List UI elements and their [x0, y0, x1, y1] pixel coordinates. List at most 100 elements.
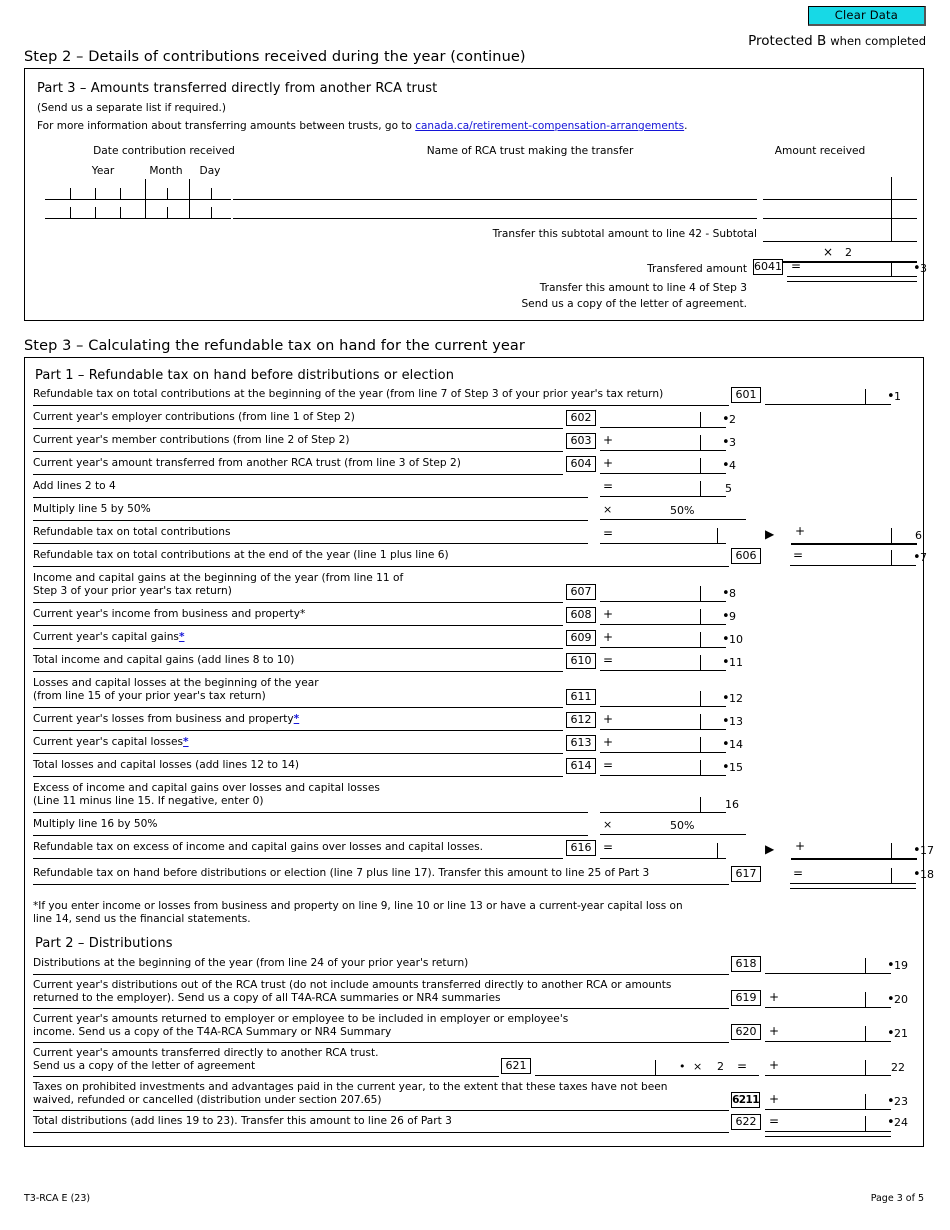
field-code-614[interactable]: 614 — [566, 758, 596, 774]
field-code-622[interactable]: 622 — [731, 1114, 761, 1130]
amount-field-20[interactable] — [765, 1007, 891, 1008]
amount-field-21[interactable] — [765, 1041, 891, 1042]
cents-separator — [865, 1094, 866, 1109]
field-code-612[interactable]: 612 — [566, 712, 596, 728]
row-label-16: Total losses and capital losses (add lin… — [33, 759, 299, 771]
field-code-617[interactable]: 617 — [731, 866, 761, 882]
line-number-1: 1 — [894, 390, 901, 403]
amount-field-2[interactable] — [600, 427, 726, 428]
step3-part1-title: Part 1 – Refundable tax on hand before d… — [35, 368, 455, 383]
amount-field-6[interactable] — [600, 543, 726, 544]
amount-field-13[interactable] — [600, 729, 726, 730]
field-code-613[interactable]: 613 — [566, 735, 596, 751]
field-code-6041[interactable]: 6041 — [753, 259, 783, 275]
row-rule-5 — [33, 497, 588, 498]
field-code-618[interactable]: 618 — [731, 956, 761, 972]
multiply-operator: × — [693, 1060, 703, 1073]
line-number-7: 7 — [920, 551, 927, 564]
carry-amount-field-6[interactable] — [791, 543, 917, 545]
field-code-606[interactable]: 606 — [731, 548, 761, 564]
date-tick — [120, 207, 121, 218]
field-code-6211[interactable]: 6211 — [731, 1092, 760, 1108]
field-code-621[interactable]: 621 — [501, 1058, 531, 1074]
clear-data-button[interactable]: Clear Data — [807, 6, 926, 26]
cents-separator — [700, 760, 701, 775]
line-number-14: 14 — [729, 738, 743, 751]
row-label-13: Losses and capital losses at the beginni… — [33, 677, 319, 702]
cents-separator — [700, 412, 701, 427]
equals-operator: = — [737, 1059, 748, 1073]
p2-row-rule-5 — [33, 1110, 729, 1111]
field-code-610[interactable]: 610 — [566, 653, 596, 669]
amount-cents-separator — [891, 177, 892, 241]
line-number-2: 2 — [729, 413, 736, 426]
row-rule-11 — [33, 648, 563, 649]
page-number-label: Page 3 of 5 — [870, 1193, 924, 1204]
footnote-asterisk-link[interactable]: * — [179, 631, 185, 643]
cents-separator — [700, 586, 701, 601]
amount-field-22[interactable] — [765, 1075, 891, 1076]
cents-separator — [717, 843, 718, 858]
p2-row-label-4: Current year's amounts transferred direc… — [33, 1047, 379, 1072]
field-code-601[interactable]: 601 — [731, 387, 761, 403]
carry-amount-field-17[interactable] — [791, 858, 917, 860]
cents-separator — [865, 389, 866, 404]
footnote-asterisk-link[interactable]: * — [183, 736, 189, 748]
footnote-asterisk-link[interactable]: * — [294, 713, 300, 725]
col-header-day: Day — [199, 165, 221, 177]
field-code-608[interactable]: 608 — [566, 607, 596, 623]
line-number-3: 3 — [920, 262, 927, 275]
amount-field-1[interactable] — [765, 404, 891, 405]
cents-separator — [891, 550, 892, 565]
row-rule-3 — [33, 451, 563, 452]
multiply-operator: × — [823, 245, 834, 259]
cents-separator — [700, 632, 701, 647]
amount-field-3[interactable] — [600, 450, 726, 451]
amount-field-11[interactable] — [600, 670, 726, 671]
field-code-604[interactable]: 604 — [566, 456, 596, 472]
amount-field-22-sub[interactable] — [535, 1075, 681, 1076]
amount-field-8[interactable] — [600, 601, 726, 602]
amount-field-23[interactable] — [765, 1109, 891, 1110]
equals-operator: = — [603, 758, 614, 772]
amount-field-19[interactable] — [765, 973, 891, 974]
amount-field-17[interactable] — [600, 858, 726, 859]
amount-field-18[interactable] — [790, 883, 916, 884]
field-code-603[interactable]: 603 — [566, 433, 596, 449]
row-label-4: Current year's amount transferred from a… — [33, 457, 461, 469]
amount-field-10[interactable] — [600, 647, 726, 648]
carry-arrow-icon: ▶ — [765, 842, 775, 856]
amount-field-5[interactable] — [600, 496, 726, 497]
field-code-611[interactable]: 611 — [566, 689, 596, 705]
amount-field-15[interactable] — [600, 775, 726, 776]
field-code-616[interactable]: 616 — [566, 840, 596, 856]
line-number-22: 22 — [891, 1061, 905, 1074]
plus-operator: + — [795, 839, 806, 853]
col-header-month: Month — [149, 165, 183, 177]
date-sep-tall — [189, 179, 190, 199]
line-number-6: 6 — [915, 529, 922, 542]
p2-row-rule-3 — [33, 1042, 729, 1043]
transferred-amount-field[interactable] — [787, 276, 917, 277]
amount-field-9[interactable] — [600, 624, 726, 625]
amount-field-12[interactable] — [600, 706, 726, 707]
row-label-7: Refundable tax on total contributions — [33, 526, 231, 538]
cents-separator — [865, 992, 866, 1007]
amount-field-16[interactable] — [600, 812, 726, 813]
field-code-607[interactable]: 607 — [566, 584, 596, 600]
amount-field-4[interactable] — [600, 473, 726, 474]
multiply-rule-6 — [600, 519, 746, 520]
amount-field-14[interactable] — [600, 752, 726, 753]
field-code-620[interactable]: 620 — [731, 1024, 761, 1040]
field-code-619[interactable]: 619 — [731, 990, 761, 1006]
field-code-609[interactable]: 609 — [566, 630, 596, 646]
step3-box: Part 1 – Refundable tax on hand before d… — [24, 357, 934, 1147]
amount-field-7[interactable] — [790, 565, 916, 566]
plus-operator: + — [603, 630, 614, 644]
part3-footer-note-1: Transfer this amount to line 4 of Step 3 — [539, 282, 747, 294]
row-rule-8 — [33, 566, 729, 567]
equals-operator: = — [793, 548, 804, 562]
rca-info-link[interactable]: canada.ca/retirement-compensation-arrang… — [415, 120, 684, 132]
field-code-602[interactable]: 602 — [566, 410, 596, 426]
amount-field-24[interactable] — [765, 1131, 891, 1132]
